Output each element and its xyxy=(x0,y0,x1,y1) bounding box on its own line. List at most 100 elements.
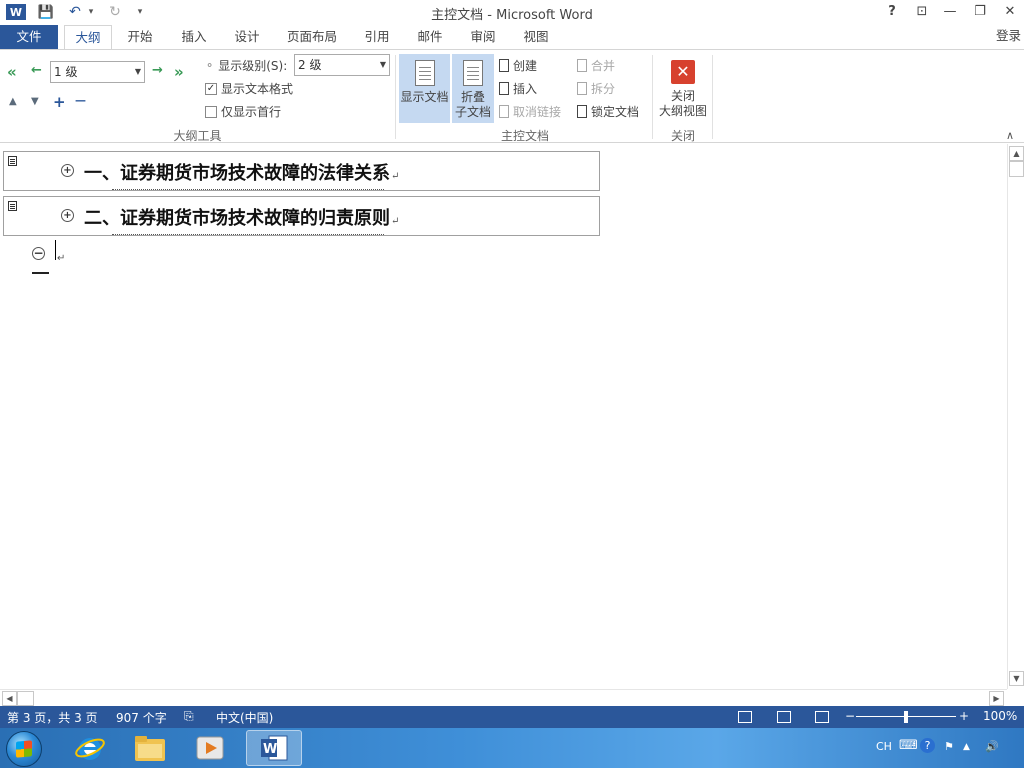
expand-plus-icon[interactable]: + xyxy=(61,209,74,222)
show-level-dropdown[interactable]: 2 级 ▼ xyxy=(294,54,390,76)
collapse-ribbon-icon[interactable]: ∧ xyxy=(1006,129,1014,142)
scroll-left-icon[interactable]: ◀ xyxy=(2,691,17,706)
proofing-icon[interactable]: ⎘ xyxy=(184,709,194,724)
zoom-out-icon[interactable]: − xyxy=(845,709,855,723)
paragraph-mark-icon: ↵ xyxy=(391,216,400,227)
word-taskbar-button[interactable]: W xyxy=(246,730,302,766)
unlink-subdocument-button[interactable]: 取消链接 xyxy=(499,103,561,120)
close-outline-view-button[interactable]: ✕ 关闭 大纲视图 xyxy=(656,50,710,123)
collapse-icon[interactable]: — xyxy=(75,94,86,107)
promote-icon[interactable]: ← xyxy=(31,63,42,78)
promote-to-heading-icon[interactable]: « xyxy=(7,63,17,81)
internet-explorer-icon xyxy=(75,738,105,760)
group-divider xyxy=(712,55,713,139)
sign-in-link[interactable]: 登录 xyxy=(996,25,1024,49)
web-layout-icon[interactable] xyxy=(815,711,829,723)
create-subdocument-button[interactable]: 创建 xyxy=(499,57,537,74)
zoom-level[interactable]: 100% xyxy=(983,709,1017,723)
tab-file[interactable]: 文件 xyxy=(0,25,58,49)
tab-home[interactable]: 开始 xyxy=(116,25,164,49)
demote-to-body-text-icon[interactable]: » xyxy=(174,63,184,81)
file-explorer-taskbar-button[interactable] xyxy=(122,730,178,766)
tab-design[interactable]: 设计 xyxy=(223,25,271,49)
show-level-icon: ⚬ xyxy=(205,59,215,72)
read-mode-icon[interactable] xyxy=(738,711,752,723)
expand-plus-icon[interactable]: + xyxy=(61,164,74,177)
scroll-up-icon[interactable]: ▲ xyxy=(1009,146,1024,161)
outline-heading[interactable]: 二、证券期货市场技术故障的归责原则↵ xyxy=(84,204,399,230)
word-count[interactable]: 907 个字 xyxy=(116,709,167,726)
show-text-format-option[interactable]: ✓ 显示文本格式 xyxy=(205,80,293,97)
zoom-in-icon[interactable]: + xyxy=(959,709,969,723)
horizontal-scrollbar[interactable]: ◀ ▶ xyxy=(0,689,1007,706)
start-button[interactable] xyxy=(6,731,42,767)
show-text-format-checkbox[interactable]: ✓ xyxy=(205,82,217,95)
create-icon xyxy=(499,59,509,72)
input-language-indicator[interactable]: CH xyxy=(876,740,892,753)
outline-level-value: 1 级 xyxy=(54,65,78,79)
collapse-minus-icon[interactable]: − xyxy=(32,247,45,260)
heading-underline xyxy=(112,234,384,235)
tab-review[interactable]: 审阅 xyxy=(459,25,507,49)
show-first-line-option[interactable]: 仅显示首行 xyxy=(205,103,281,120)
zoom-slider-thumb[interactable] xyxy=(904,711,908,723)
show-document-button[interactable]: 显示文档 xyxy=(399,54,450,123)
help-button[interactable]: ? xyxy=(880,2,904,22)
restore-button[interactable]: ❐ xyxy=(968,2,992,22)
show-hidden-icons-arrow-icon[interactable]: ▲ xyxy=(963,742,970,752)
text-cursor xyxy=(55,240,56,260)
group-divider xyxy=(652,55,653,139)
tab-page-layout[interactable]: 页面布局 xyxy=(280,25,344,49)
volume-icon[interactable]: 🔊 xyxy=(985,740,999,753)
language-indicator[interactable]: 中文(中国) xyxy=(216,709,273,726)
show-first-line-checkbox[interactable] xyxy=(205,105,217,118)
scroll-right-icon[interactable]: ▶ xyxy=(989,691,1004,706)
show-level-value: 2 级 xyxy=(298,58,322,72)
vertical-scrollbar[interactable]: ▲ ▼ xyxy=(1007,144,1024,689)
subdocument-box: + 二、证券期货市场技术故障的归责原则↵ xyxy=(3,196,600,236)
chevron-down-icon: ▼ xyxy=(379,60,386,69)
tab-references[interactable]: 引用 xyxy=(353,25,401,49)
internet-explorer-taskbar-button[interactable] xyxy=(62,730,118,766)
horizontal-scroll-thumb[interactable] xyxy=(17,691,34,706)
outline-heading[interactable]: 一、证券期货市场技术故障的法律关系↵ xyxy=(84,159,399,185)
status-bar: 第 3 页，共 3 页 907 个字 ⎘ 中文(中国) − + 100% xyxy=(0,706,1024,728)
vertical-scroll-thumb[interactable] xyxy=(1009,161,1024,177)
svg-text:W: W xyxy=(263,742,277,757)
merge-subdocument-button[interactable]: 合并 xyxy=(577,57,615,74)
help-icon[interactable]: ? xyxy=(920,738,935,753)
minimize-button[interactable]: — xyxy=(938,2,962,22)
move-down-icon[interactable]: ▼ xyxy=(31,96,39,107)
insert-icon xyxy=(499,82,509,95)
page-count[interactable]: 第 3 页，共 3 页 xyxy=(7,709,98,726)
split-subdocument-button[interactable]: 拆分 xyxy=(577,80,615,97)
action-center-flag-icon[interactable]: ⚑ xyxy=(944,740,954,753)
expand-icon[interactable]: + xyxy=(53,93,66,111)
tab-outline[interactable]: 大纲 xyxy=(64,25,112,50)
close-window-button[interactable]: ✕ xyxy=(998,2,1022,22)
move-up-icon[interactable]: ▲ xyxy=(9,96,17,107)
document-area[interactable]: + 一、证券期货市场技术故障的法律关系↵ + 二、证券期货市场技术故障的归责原则… xyxy=(0,144,1007,689)
tab-view[interactable]: 视图 xyxy=(512,25,560,49)
collapse-subdocuments-button[interactable]: 折叠 子文档 xyxy=(452,54,494,123)
document-icon xyxy=(414,60,435,86)
scroll-down-icon[interactable]: ▼ xyxy=(1009,671,1024,686)
tab-mailings[interactable]: 邮件 xyxy=(406,25,454,49)
tab-insert[interactable]: 插入 xyxy=(170,25,218,49)
keyboard-icon[interactable]: ⌨ xyxy=(899,738,918,753)
subdocument-icon[interactable] xyxy=(8,201,17,211)
merge-icon xyxy=(577,59,587,72)
print-layout-icon[interactable] xyxy=(777,711,791,723)
lock-document-button[interactable]: 锁定文档 xyxy=(577,103,639,120)
media-player-icon xyxy=(196,736,224,760)
media-player-taskbar-button[interactable] xyxy=(182,730,238,766)
demote-icon[interactable]: → xyxy=(152,63,163,78)
outline-level-dropdown[interactable]: 1 级 ▼ xyxy=(50,61,145,83)
taskbar: W CH ⌨ ? ⚑ ▲ 🔊 xyxy=(0,728,1024,768)
show-level-label: ⚬ 显示级别(S): xyxy=(205,59,288,73)
split-icon xyxy=(577,82,587,95)
insert-subdocument-button[interactable]: 插入 xyxy=(499,80,537,97)
subdocument-icon[interactable] xyxy=(8,156,17,166)
ribbon-display-options-button[interactable]: ⊡ xyxy=(910,2,934,22)
paragraph-mark-icon: ↵ xyxy=(391,171,400,182)
